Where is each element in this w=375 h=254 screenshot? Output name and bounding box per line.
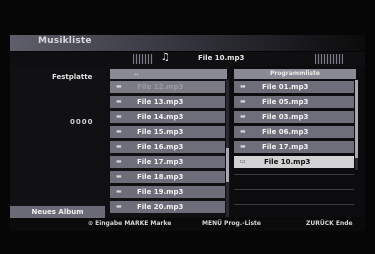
audio-file-icon: ▬	[116, 188, 122, 195]
help-enter-mark: ⊙ Eingabe MARKE Marke	[88, 220, 172, 227]
now-playing-bar	[10, 52, 365, 66]
audio-file-icon: ▬	[240, 98, 246, 105]
file-name: File 19.mp3	[137, 188, 184, 196]
file-name: File 12.mp3	[137, 83, 184, 91]
audio-file-icon: ▬	[116, 158, 122, 165]
file-list-item[interactable]: ▬ File 19.mp3	[110, 186, 225, 198]
file-name: File 10.mp3	[264, 158, 311, 166]
audio-file-icon: ▭	[240, 158, 246, 165]
audio-file-icon: ▬	[116, 128, 122, 135]
audio-file-icon: ▬	[116, 113, 122, 120]
screen-title: Musikliste	[38, 36, 92, 46]
file-list-item[interactable]: ▬ File 18.mp3	[110, 171, 225, 183]
source-panel	[10, 66, 105, 216]
file-name: File 17.mp3	[262, 143, 309, 151]
music-list-screen: Musikliste ♫ File 10.mp3 Festplatte 0000…	[0, 0, 375, 254]
file-name: File 16.mp3	[137, 143, 184, 151]
file-name: File 17.mp3	[137, 158, 184, 166]
audio-file-icon: ▬	[116, 83, 122, 90]
program-list-item[interactable]: ▬ File 03.mp3	[234, 111, 354, 123]
file-list-item[interactable]: ▬ File 20.mp3	[110, 201, 225, 213]
audio-file-icon: ▬	[240, 128, 246, 135]
program-list-item[interactable]: ▬ File 06.mp3	[234, 126, 354, 138]
audio-file-icon: ▬	[116, 98, 122, 105]
file-list-item[interactable]: ▬ File 13.mp3	[110, 96, 225, 108]
file-name: File 13.mp3	[137, 98, 184, 106]
file-list-item[interactable]: ▬ File 12.mp3	[110, 81, 225, 93]
audio-file-icon: ▬	[240, 113, 246, 120]
file-name: File 20.mp3	[137, 203, 184, 211]
file-list-item[interactable]: ▬ File 15.mp3	[110, 126, 225, 138]
source-label[interactable]: Festplatte	[52, 73, 92, 81]
new-album-button[interactable]: Neues Album	[10, 206, 105, 218]
program-list-scroll-thumb[interactable]	[355, 80, 358, 158]
file-name: File 01.mp3	[262, 83, 309, 91]
help-program-list: MENÜ Prog.-Liste	[202, 220, 261, 227]
audio-file-icon: ▬	[116, 203, 122, 210]
file-name: File 06.mp3	[262, 128, 309, 136]
program-list-item[interactable]: ▬ File 17.mp3	[234, 141, 354, 153]
track-counter: 0000	[70, 118, 94, 126]
file-name: File 03.mp3	[262, 113, 309, 121]
file-list-item[interactable]: ▬ File 16.mp3	[110, 141, 225, 153]
program-list-item-selected[interactable]: ▭ File 10.mp3	[234, 156, 354, 168]
empty-slot-line	[234, 204, 354, 205]
audio-file-icon: ▬	[116, 143, 122, 150]
level-meter-right	[315, 54, 343, 64]
file-list-scroll-thumb[interactable]	[226, 148, 229, 182]
program-list-item[interactable]: ▬ File 01.mp3	[234, 81, 354, 93]
program-list-header: Programmliste	[234, 69, 356, 79]
program-list-item[interactable]: ▬ File 05.mp3	[234, 96, 354, 108]
file-name: File 05.mp3	[262, 98, 309, 106]
empty-slot-line	[234, 174, 354, 175]
music-note-icon: ♫	[161, 52, 170, 63]
level-meter-left	[133, 54, 153, 64]
file-name: File 18.mp3	[137, 173, 184, 181]
audio-file-icon: ▬	[240, 83, 246, 90]
file-name: File 15.mp3	[137, 128, 184, 136]
help-exit: ZURÜCK Ende	[306, 220, 353, 227]
file-list-item[interactable]: ▬ File 14.mp3	[110, 111, 225, 123]
audio-file-icon: ▬	[116, 173, 122, 180]
audio-file-icon: ▬	[240, 143, 246, 150]
parent-folder-item[interactable]: ..	[110, 69, 227, 79]
file-name: File 14.mp3	[137, 113, 184, 121]
now-playing-file: File 10.mp3	[198, 54, 245, 62]
empty-slot-line	[234, 189, 354, 190]
file-list-item[interactable]: ▬ File 17.mp3	[110, 156, 225, 168]
